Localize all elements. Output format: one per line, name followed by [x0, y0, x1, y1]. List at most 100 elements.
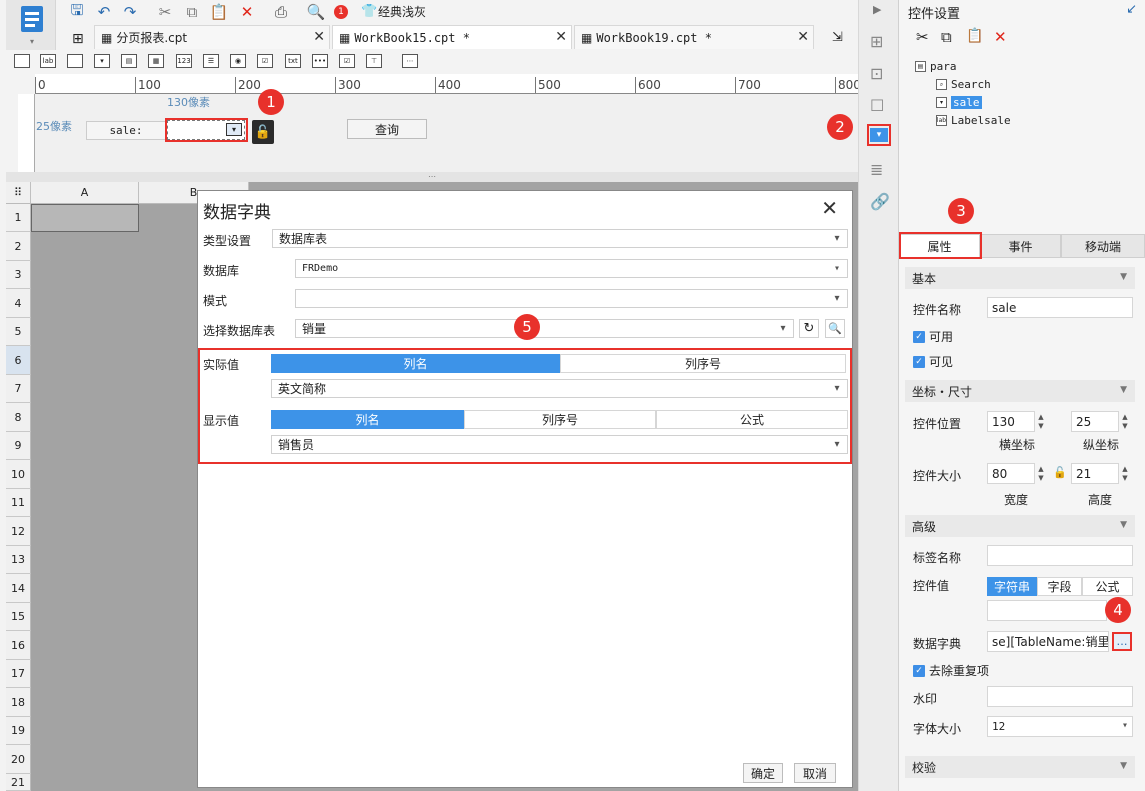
theme-label[interactable]: 经典浅灰: [378, 3, 426, 20]
list-widget-icon[interactable]: ☰: [203, 54, 219, 68]
row-header[interactable]: 15: [6, 603, 31, 631]
checkbox-widget-icon[interactable]: ☑: [339, 54, 355, 68]
more-widgets-icon[interactable]: ⋯: [402, 54, 418, 68]
undo-icon[interactable]: ↶: [93, 2, 115, 22]
dedupe-checkbox[interactable]: ✓ 去除重复项: [913, 662, 989, 679]
section-advanced[interactable]: 高级 ▼: [905, 515, 1135, 537]
table-select[interactable]: 销量 ▾: [295, 319, 794, 338]
row-header[interactable]: 1: [6, 204, 31, 232]
delete-icon[interactable]: ✕: [236, 2, 258, 22]
control-value-input[interactable]: [987, 600, 1107, 621]
close-icon[interactable]: ✕: [313, 29, 325, 45]
password-widget-icon[interactable]: •••: [312, 54, 328, 68]
checkbox-group-icon[interactable]: ☑: [257, 54, 273, 68]
name-input[interactable]: sale: [987, 297, 1133, 318]
display-seg-formula[interactable]: 公式: [656, 410, 848, 429]
dictionary-value[interactable]: se][TableName:销里]: [987, 631, 1109, 652]
cut-icon[interactable]: ✂: [916, 28, 929, 46]
date-widget-icon[interactable]: ▤: [121, 54, 137, 68]
tab-workbook15[interactable]: ▦ WorkBook15.cpt * ✕: [332, 25, 572, 49]
enabled-checkbox[interactable]: ✓ 可用: [913, 328, 953, 345]
column-header[interactable]: A: [31, 182, 139, 204]
ok-button[interactable]: 确定: [743, 763, 783, 783]
row-header[interactable]: 21: [6, 774, 31, 791]
alert-badge[interactable]: 1: [334, 5, 348, 19]
display-column-select[interactable]: 销售员 ▾: [271, 435, 848, 454]
grid-corner-icon[interactable]: ⠿: [6, 182, 31, 204]
preview-table-icon[interactable]: 🔍: [825, 319, 845, 338]
radio-group-icon[interactable]: ◉: [230, 54, 246, 68]
query-button[interactable]: 查询: [347, 119, 427, 139]
spinner-icon[interactable]: ▲ ▼: [1119, 411, 1131, 432]
actual-seg-column-name[interactable]: 列名: [271, 354, 560, 373]
cancel-button[interactable]: 取消: [794, 763, 836, 783]
row-header[interactable]: 2: [6, 232, 31, 261]
row-header[interactable]: 9: [6, 432, 31, 460]
row-header[interactable]: 19: [6, 717, 31, 745]
tab-events[interactable]: 事件: [980, 234, 1061, 258]
row-header[interactable]: 20: [6, 745, 31, 774]
row-header[interactable]: 10: [6, 460, 31, 489]
number-widget-icon[interactable]: 123: [176, 54, 192, 68]
dictionary-edit-button[interactable]: …: [1112, 632, 1132, 651]
condition-icon[interactable]: ≣: [870, 160, 883, 179]
collapse-icon[interactable]: ↙: [1126, 2, 1137, 17]
lock-icon[interactable]: 🔓: [252, 120, 274, 144]
combobox-widget-icon[interactable]: ▾: [94, 54, 110, 68]
redo-icon[interactable]: ↷: [119, 2, 141, 22]
selected-cell[interactable]: [31, 204, 139, 232]
textfield-widget-icon[interactable]: [67, 54, 83, 68]
close-icon[interactable]: ✕: [797, 29, 809, 45]
value-seg-field[interactable]: 字段: [1037, 577, 1082, 596]
copy-icon[interactable]: ⧉: [181, 2, 203, 22]
spinner-icon[interactable]: ▲ ▼: [1035, 411, 1047, 432]
copy-icon[interactable]: ⧉: [941, 28, 952, 46]
value-seg-string[interactable]: 字符串: [987, 577, 1037, 596]
visible-checkbox[interactable]: ✓ 可见: [913, 353, 953, 370]
save-icon[interactable]: 🖫: [66, 1, 88, 22]
spinner-icon[interactable]: ▲ ▼: [1035, 463, 1047, 484]
calendar-widget-icon[interactable]: ▦: [148, 54, 164, 68]
cut-icon[interactable]: ✂: [154, 2, 176, 22]
section-basic[interactable]: 基本 ▼: [905, 267, 1135, 289]
row-header[interactable]: 8: [6, 403, 31, 432]
display-seg-column-name[interactable]: 列名: [271, 410, 464, 429]
schema-select[interactable]: ▾: [295, 289, 848, 308]
row-header[interactable]: 4: [6, 289, 31, 318]
row-header[interactable]: 13: [6, 546, 31, 574]
refresh-icon[interactable]: ↻: [799, 319, 819, 338]
width-input[interactable]: 80: [987, 463, 1035, 484]
tag-input[interactable]: [987, 545, 1133, 566]
row-header[interactable]: 16: [6, 631, 31, 660]
tab-menu-icon[interactable]: ⇲: [832, 30, 843, 45]
label-widget-icon[interactable]: lab: [40, 54, 56, 68]
hyperlink-icon[interactable]: 🔗: [870, 192, 890, 211]
font-size-select[interactable]: 12 ▾: [987, 716, 1133, 737]
tree-widget-icon[interactable]: ⊤: [366, 54, 382, 68]
paste-icon[interactable]: 📋: [208, 2, 230, 22]
aspect-lock-icon[interactable]: 🔓: [1053, 466, 1067, 479]
database-select[interactable]: FRDemo ▾: [295, 259, 848, 278]
tab-workbook19[interactable]: ▦ WorkBook19.cpt * ✕: [574, 25, 814, 49]
spinner-icon[interactable]: ▲ ▼: [1119, 463, 1131, 484]
tree-root[interactable]: ▤ para: [915, 60, 957, 73]
tab-mobile[interactable]: 移动端: [1061, 234, 1145, 258]
type-select[interactable]: 数据库表 ▾: [272, 229, 848, 248]
preview-icon[interactable]: ⎙: [270, 2, 292, 22]
pos-y-input[interactable]: 25: [1071, 411, 1119, 432]
tree-item-labelsale[interactable]: lab Labelsale: [936, 114, 1011, 127]
actual-column-select[interactable]: 英文简称 ▾: [271, 379, 848, 398]
actual-seg-column-index[interactable]: 列序号: [560, 354, 846, 373]
delete-icon[interactable]: ✕: [994, 28, 1007, 46]
row-header[interactable]: 7: [6, 375, 31, 403]
cell-attr-icon[interactable]: ⊞: [870, 32, 883, 51]
row-header[interactable]: 14: [6, 574, 31, 603]
row-header[interactable]: 6: [6, 346, 31, 375]
value-seg-formula[interactable]: 公式: [1082, 577, 1133, 596]
watermark-input[interactable]: [987, 686, 1133, 707]
theme-shirt-icon[interactable]: 👕: [361, 4, 377, 19]
tab-report[interactable]: ▦ 分页报表.cpt ✕: [94, 25, 330, 49]
app-logo-icon[interactable]: ▾: [6, 0, 56, 50]
height-input[interactable]: 21: [1071, 463, 1119, 484]
row-header[interactable]: 5: [6, 318, 31, 346]
